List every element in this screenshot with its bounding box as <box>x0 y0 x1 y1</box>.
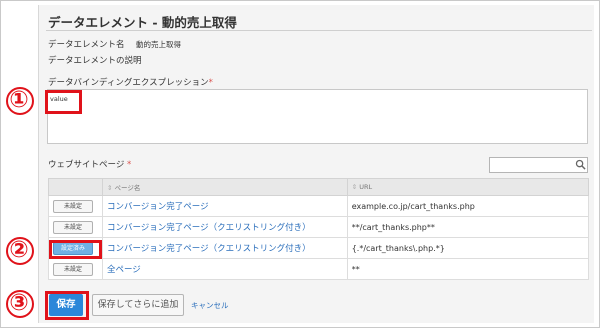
expression-label: データバインディングエクスプレッション* <box>48 78 213 88</box>
table-row: 未設定 全ページ ** <box>48 258 590 280</box>
page-search-input[interactable] <box>489 157 588 173</box>
page-name-link[interactable]: コンバージョン完了ページ（クエリストリング付き） <box>101 216 348 238</box>
annotation-marker-2: ② <box>6 237 34 265</box>
row-toggle-button[interactable]: 未設定 <box>53 262 93 276</box>
page-name-link[interactable]: コンバージョン完了ページ <box>101 195 348 217</box>
page-url: **/cart_thanks.php** <box>346 216 590 238</box>
website-pages-label: ウェブサイトページ * <box>48 160 132 170</box>
cancel-link[interactable]: キャンセル <box>191 300 229 311</box>
title-divider <box>46 30 592 31</box>
annotation-marker-1: ① <box>6 87 34 115</box>
annotation-highlight-1 <box>45 90 82 114</box>
annotation-marker-3: ③ <box>6 290 34 318</box>
page-url: example.co.jp/cart_thanks.php <box>346 195 590 217</box>
column-header-url[interactable]: ⇕ URL <box>346 178 590 196</box>
website-required-mark: * <box>127 160 132 170</box>
column-header-page-name[interactable]: ⇕ ページ名 <box>101 178 348 196</box>
website-pages-table: ⇕ ページ名 ⇕ URL 未設定 コンバージョン完了ページ example.co… <box>48 178 590 280</box>
page-url: {.*/cart_thanks\.php.*} <box>346 237 590 259</box>
column-header-action <box>48 178 103 196</box>
expression-input[interactable] <box>47 89 588 144</box>
table-row: 未設定 コンバージョン完了ページ（クエリストリング付き） **/cart_tha… <box>48 216 590 238</box>
description-label: データエレメントの説明 <box>48 56 142 66</box>
required-mark: * <box>208 78 213 88</box>
page-name-link[interactable]: コンバージョン完了ページ（クエリストリング付き） <box>101 237 348 259</box>
element-name-value: 動的売上取得 <box>136 40 181 49</box>
page-url: ** <box>346 258 590 280</box>
row-toggle-button[interactable]: 未設定 <box>53 199 93 213</box>
page-title: データエレメント - 動的売上取得 <box>48 15 237 30</box>
page-name-link[interactable]: 全ページ <box>101 258 348 280</box>
annotation-highlight-3 <box>45 291 89 320</box>
table-row: 設定済み コンバージョン完了ページ（クエリストリング付き） {.*/cart_t… <box>48 237 590 259</box>
element-name-label: データエレメント名 <box>48 40 125 50</box>
save-and-add-button[interactable]: 保存してさらに追加 <box>92 294 184 316</box>
row-toggle-button[interactable]: 未設定 <box>53 220 93 234</box>
search-icon[interactable] <box>575 159 586 170</box>
annotation-highlight-2 <box>49 240 102 259</box>
table-row: 未設定 コンバージョン完了ページ example.co.jp/cart_than… <box>48 195 590 217</box>
